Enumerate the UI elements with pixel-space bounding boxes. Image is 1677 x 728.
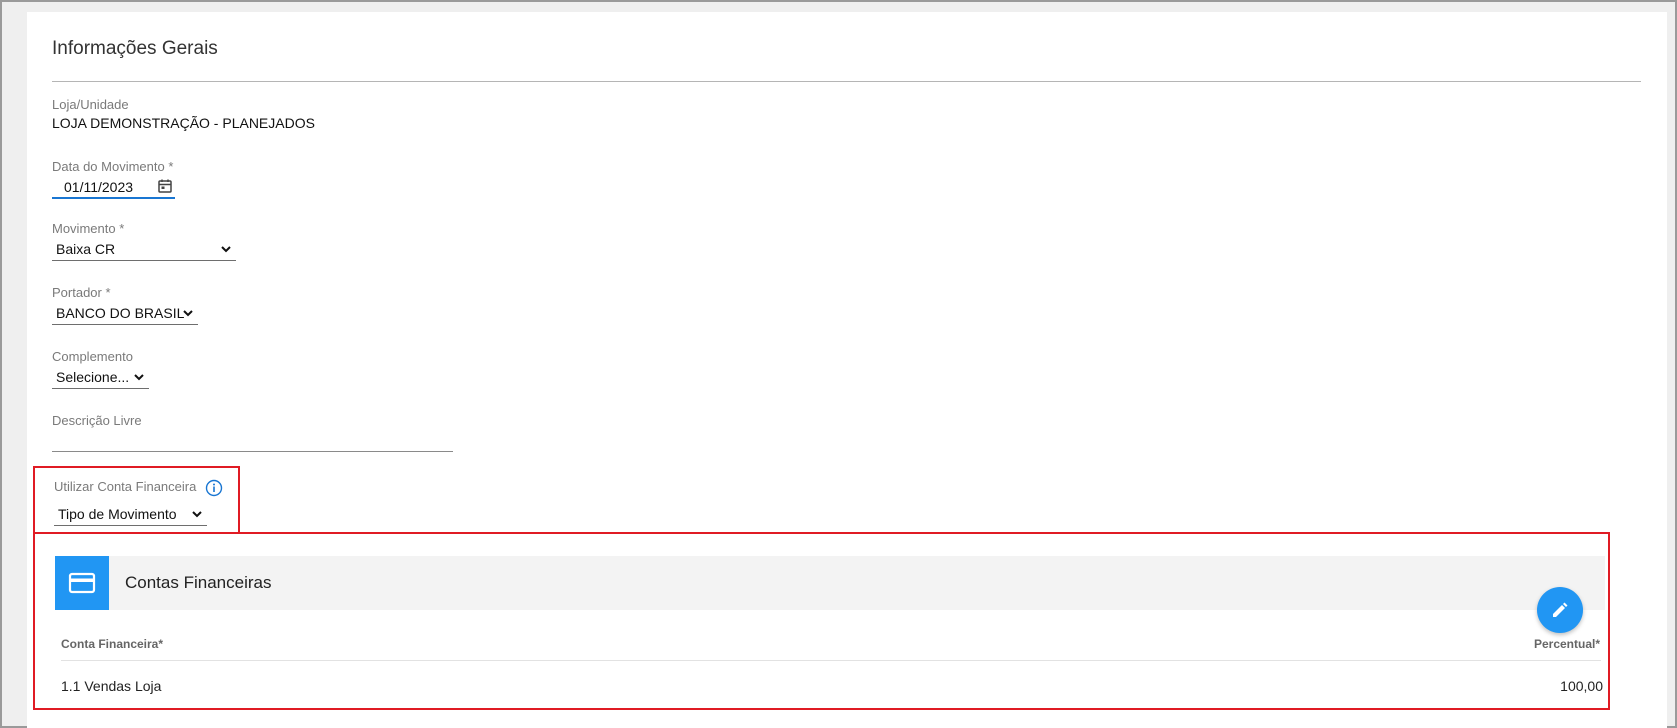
- data-movimento-label: Data do Movimento *: [52, 159, 174, 174]
- table-cell-conta: 1.1 Vendas Loja: [61, 678, 162, 694]
- portador-label: Portador *: [52, 285, 111, 300]
- chevron-down-icon: [192, 511, 202, 518]
- movimento-select[interactable]: Baixa CR: [52, 237, 236, 261]
- conta-financeira-label: Utilizar Conta Financeira: [54, 479, 197, 494]
- chevron-down-icon: [221, 246, 231, 253]
- complemento-selected: Selecione...: [56, 369, 130, 385]
- table-divider: [61, 660, 1601, 661]
- contas-title: Contas Financeiras: [125, 573, 272, 592]
- section-divider: [52, 81, 1641, 82]
- column-header-percentual: Percentual*: [1533, 637, 1600, 651]
- complemento-select[interactable]: Selecione...: [52, 365, 149, 389]
- credit-card-icon: [68, 572, 96, 594]
- contas-icon-box: [55, 556, 109, 610]
- edit-button[interactable]: [1537, 587, 1583, 633]
- column-header-conta: Conta Financeira*: [61, 637, 164, 651]
- movimento-selected: Baixa CR: [56, 241, 116, 257]
- table-cell-percentual: 100,00: [1560, 678, 1603, 694]
- info-icon[interactable]: [205, 479, 223, 497]
- data-movimento-value: 01/11/2023: [64, 179, 134, 195]
- portador-select[interactable]: BANCO DO BRASIL: [52, 301, 198, 325]
- descricao-input[interactable]: [52, 451, 453, 452]
- chevron-down-icon: [134, 374, 144, 381]
- section-title: Informações Gerais: [52, 38, 218, 59]
- loja-label: Loja/Unidade: [52, 97, 129, 112]
- data-movimento-input[interactable]: 01/11/2023: [52, 176, 175, 199]
- complemento-label: Complemento: [52, 349, 133, 364]
- conta-financeira-select[interactable]: Tipo de Movimento: [54, 502, 207, 526]
- chevron-down-icon: [183, 310, 193, 317]
- conta-financeira-selected: Tipo de Movimento: [58, 506, 177, 522]
- loja-value: LOJA DEMONSTRAÇÃO - PLANEJADOS: [52, 115, 315, 131]
- calendar-icon[interactable]: [157, 178, 173, 194]
- contas-header: [55, 556, 1605, 610]
- pencil-icon: [1553, 602, 1568, 617]
- portador-selected: BANCO DO BRASIL: [56, 305, 185, 321]
- descricao-label: Descrição Livre: [52, 413, 142, 428]
- movimento-label: Movimento *: [52, 221, 125, 236]
